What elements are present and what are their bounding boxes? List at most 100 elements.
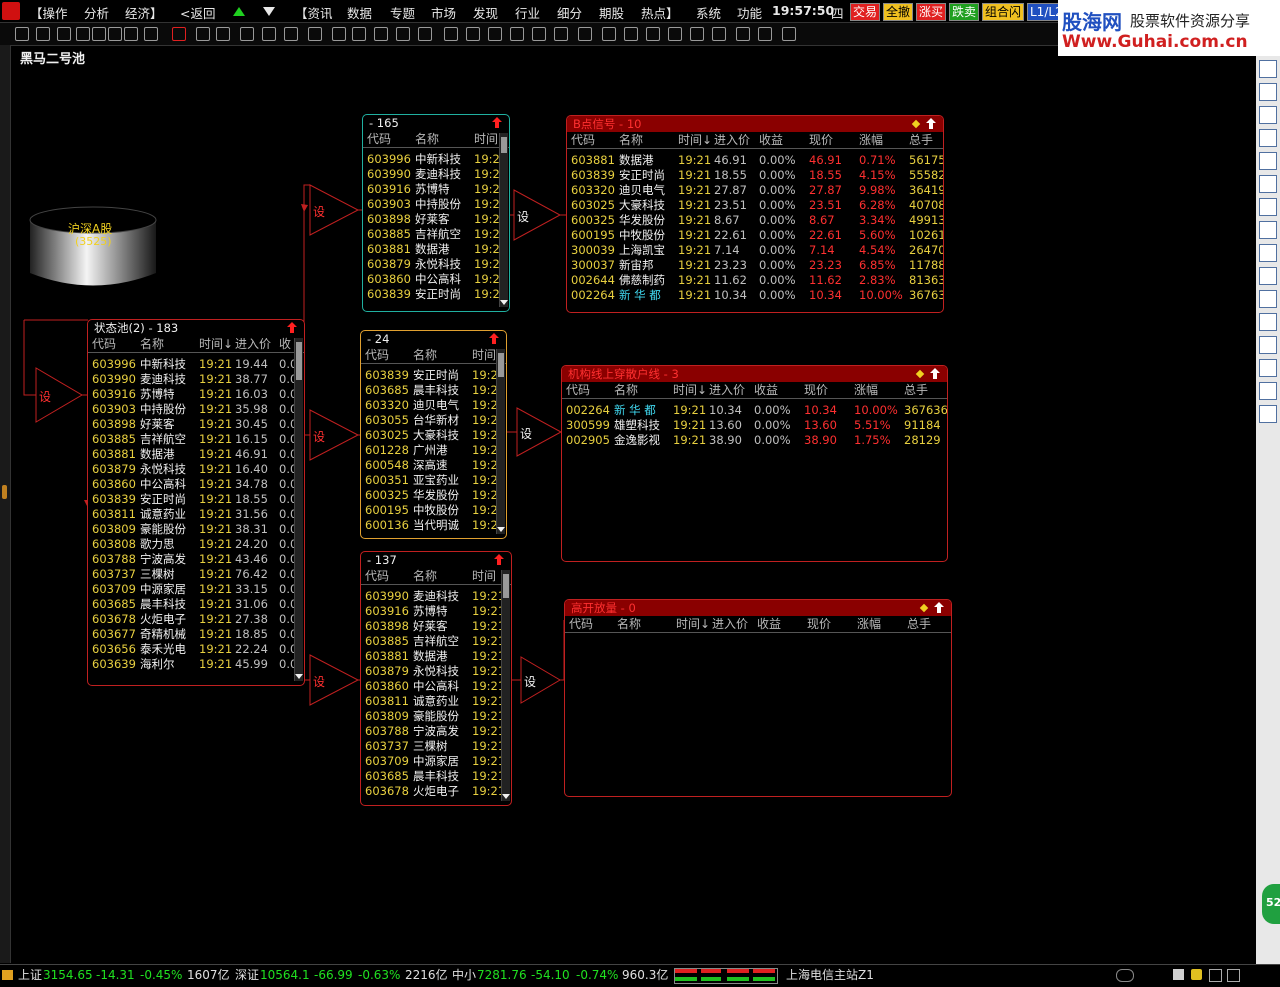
server-label[interactable]: 上海电信主站Z1 — [786, 965, 874, 985]
upload-arrow-icon[interactable] — [925, 117, 937, 130]
set-label[interactable]: 设 — [313, 203, 325, 220]
table-row[interactable]: 603990 麦迪科技 19:2 — [363, 167, 509, 182]
pin-icon[interactable] — [915, 369, 925, 379]
column-header[interactable]: 总手 — [907, 616, 931, 632]
table-row[interactable]: 603881 数据港 19:2 — [363, 242, 509, 257]
table-row[interactable]: 603709 中源家居 19:21 33.15 0.0 — [88, 582, 304, 597]
col-name[interactable]: 名称 — [415, 131, 439, 147]
set-label[interactable]: 设 — [517, 208, 529, 225]
notes-icon[interactable] — [1173, 969, 1184, 980]
table-row[interactable]: 603885 吉祥航空 19:2 — [363, 227, 509, 242]
table-row[interactable]: 002644 佛慈制药 19:21 11.62 0.00% 11.62 2.83% 81363 — [567, 273, 943, 288]
table-row[interactable]: 600351 亚宝药业 19:2 — [361, 473, 506, 488]
table-row[interactable]: 603881 数据港 19:21 46.91 0.00% 46.91 0.71% 56175 — [567, 153, 943, 168]
table-row[interactable]: 603879 永悦科技 19:21 — [361, 664, 511, 679]
table-row[interactable]: 603678 火炬电子 19:21 27.38 0.0 — [88, 612, 304, 627]
table-row[interactable]: 603839 安正时尚 19:2 — [363, 287, 509, 302]
column-header[interactable]: 收益 — [754, 382, 778, 398]
pin-icon[interactable] — [919, 603, 929, 613]
col-name[interactable]: 名称 — [140, 336, 164, 352]
col-gain[interactable]: 收 — [279, 336, 291, 352]
column-header[interactable]: 收益 — [759, 132, 783, 148]
column-header[interactable]: 时间↓ — [673, 382, 707, 398]
col-code[interactable]: 代码 — [367, 131, 391, 147]
table-row[interactable]: 603839 安正时尚 19:21 18.55 0.0 — [88, 492, 304, 507]
table-row[interactable]: 603990 麦迪科技 19:21 38.77 0.0 — [88, 372, 304, 387]
table-row[interactable]: 603916 苏博特 19:21 16.03 0.0 — [88, 387, 304, 402]
table-row[interactable]: 600195 中牧股份 19:2 — [361, 503, 506, 518]
table-row[interactable]: 603885 吉祥航空 19:21 — [361, 634, 511, 649]
cloud-icon[interactable] — [1116, 969, 1134, 982]
table-row[interactable]: 603839 安正时尚 19:21 18.55 0.00% 18.55 4.15% 55582 — [567, 168, 943, 183]
table-row[interactable]: 300599 雄塑科技 19:21 13.60 0.00% 13.60 5.51% 91184 — [562, 418, 947, 433]
table-row[interactable]: 603898 好莱客 19:21 — [361, 619, 511, 634]
table-row[interactable]: 603737 三棵树 19:21 — [361, 739, 511, 754]
column-header[interactable]: 收益 — [757, 616, 781, 632]
table-row[interactable]: 603656 泰禾光电 19:21 22.24 0.0 — [88, 642, 304, 657]
table-row[interactable]: 603809 豪能股份 19:21 38.31 0.0 — [88, 522, 304, 537]
table-row[interactable]: 603839 安正时尚 19:2 — [361, 368, 506, 383]
tools-icon[interactable] — [1209, 969, 1222, 982]
set-label[interactable]: 设 — [524, 673, 536, 690]
col-time[interactable]: 时间↓ — [199, 336, 233, 352]
table-row[interactable]: 603879 永悦科技 19:21 16.40 0.0 — [88, 462, 304, 477]
column-header[interactable]: 涨幅 — [857, 616, 881, 632]
table-row[interactable]: 603025 大豪科技 19:21 23.51 0.00% 23.51 6.28% 40708 — [567, 198, 943, 213]
table-row[interactable]: 603788 宁波高发 19:21 — [361, 724, 511, 739]
table-row[interactable]: 603860 中公高科 19:21 34.78 0.0 — [88, 477, 304, 492]
table-row[interactable]: 603808 歌力思 19:21 24.20 0.0 — [88, 537, 304, 552]
table-row[interactable]: 600325 华发股份 19:2 — [361, 488, 506, 503]
table-row[interactable]: 300039上海凯宝19:217.140.00%7.144.54%264702 — [567, 243, 943, 258]
column-header[interactable]: 代码 — [571, 132, 595, 148]
table-row[interactable]: 603677 奇精机械 19:21 18.85 0.0 — [88, 627, 304, 642]
table-row[interactable]: 603898 好莱客 19:2 — [363, 212, 509, 227]
zx-label[interactable]: 中小 — [452, 965, 476, 985]
table-row[interactable]: 603916 苏博特 19:2 — [363, 182, 509, 197]
table-row[interactable]: 603320 迪贝电气 19:21 27.87 0.00% 27.87 9.98% 36419 — [567, 183, 943, 198]
table-row[interactable]: 603685 晨丰科技 19:21 — [361, 769, 511, 784]
column-header[interactable]: 代码 — [569, 616, 593, 632]
table-row[interactable]: 603885 吉祥航空 19:21 16.15 0.0 — [88, 432, 304, 447]
column-header[interactable]: 进入价 — [712, 616, 748, 632]
sh-label[interactable]: 上证 — [18, 965, 42, 985]
upload-arrow-icon[interactable] — [493, 553, 505, 566]
table-row[interactable]: 603990 麦迪科技 19:21 — [361, 589, 511, 604]
table-row[interactable]: 603916 苏博特 19:21 — [361, 604, 511, 619]
table-row[interactable]: 603811 诚意药业 19:21 — [361, 694, 511, 709]
column-header[interactable]: 涨幅 — [854, 382, 878, 398]
set-label[interactable]: 设 — [313, 428, 325, 445]
table-row[interactable]: 002264 新 华 都 19:21 10.34 0.00% 10.34 10.00% 367… — [562, 403, 947, 418]
table-row[interactable]: 603678 火炬电子 19:21 — [361, 784, 511, 799]
upload-arrow-icon[interactable] — [491, 116, 503, 129]
table-row[interactable]: 603737 三棵树 19:21 76.42 0.0 — [88, 567, 304, 582]
table-row[interactable]: 600548 深高速 19:2 — [361, 458, 506, 473]
sz-label[interactable]: 深证 — [235, 965, 259, 985]
table-row[interactable]: 603320 迪贝电气 19:2 — [361, 398, 506, 413]
table-row[interactable]: 002905 金逸影视 19:21 38.90 0.00% 38.90 1.75% 28129 — [562, 433, 947, 448]
column-header[interactable]: 名称 — [614, 382, 638, 398]
table-row[interactable]: 603025 大豪科技 19:2 — [361, 428, 506, 443]
table-row[interactable]: 603860 中公高科 19:2 — [363, 272, 509, 287]
scrollbar[interactable] — [501, 570, 510, 801]
col-code[interactable]: 代码 — [92, 336, 116, 352]
column-header[interactable]: 现价 — [804, 382, 828, 398]
table-row[interactable]: 300037新宙邦19:2123.230.00%23.236.85%117881 — [567, 258, 943, 273]
table-row[interactable]: 603639 海利尔 19:21 45.99 0.0 — [88, 657, 304, 672]
table-row[interactable]: 603811 诚意药业 19:21 31.56 0.0 — [88, 507, 304, 522]
table-row[interactable]: 603709 中源家居 19:21 — [361, 754, 511, 769]
col-name[interactable]: 名称 — [413, 568, 437, 584]
table-row[interactable]: 601228 广州港 19:2 — [361, 443, 506, 458]
col-name[interactable]: 名称 — [413, 347, 437, 363]
col-code[interactable]: 代码 — [365, 568, 389, 584]
scrollbar[interactable] — [499, 133, 508, 307]
scrollbar[interactable] — [294, 338, 303, 681]
table-row[interactable]: 603903 中持股份 19:21 35.98 0.0 — [88, 402, 304, 417]
table-row[interactable]: 603996 中新科技 19:21 19.44 0.0 — [88, 357, 304, 372]
table-row[interactable]: 600325华发股份19:218.670.00%8.673.34%499134 — [567, 213, 943, 228]
table-row[interactable]: 603860 中公高科 19:21 — [361, 679, 511, 694]
table-row[interactable]: 603055 台华新材 19:2 — [361, 413, 506, 428]
upload-arrow-icon[interactable] — [286, 321, 298, 334]
table-row[interactable]: 603881 数据港 19:21 — [361, 649, 511, 664]
table-row[interactable]: 603898 好莱客 19:21 30.45 0.0 — [88, 417, 304, 432]
table-row[interactable]: 603809 豪能股份 19:21 — [361, 709, 511, 724]
